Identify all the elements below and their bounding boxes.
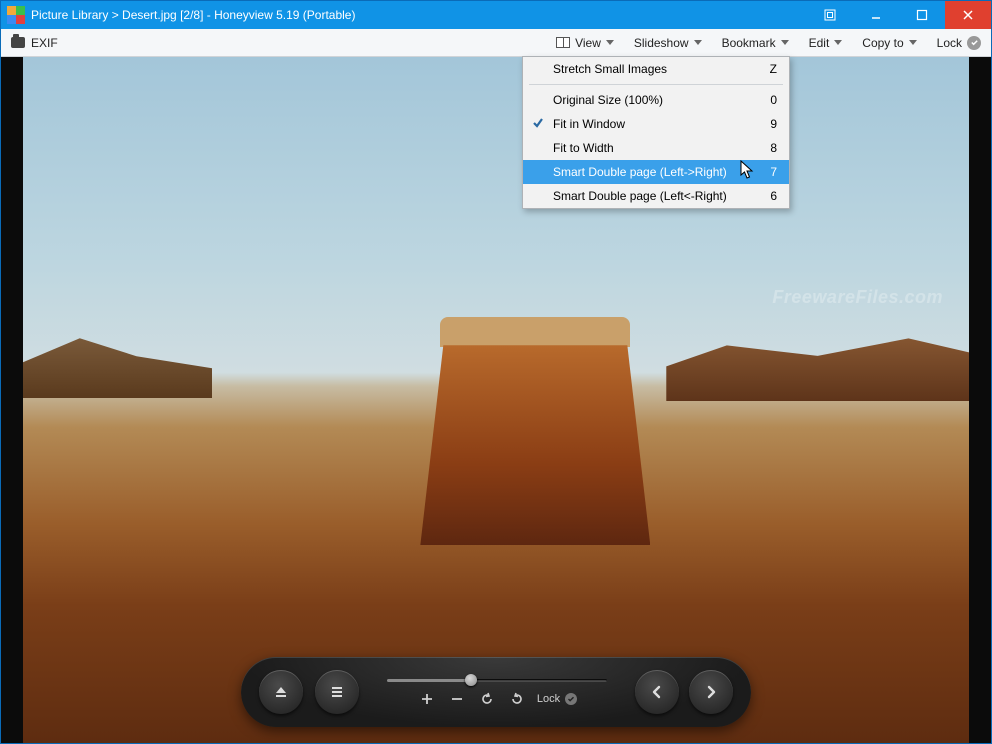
dd-shortcut: 0 [750,93,777,107]
left-margin [1,57,23,743]
separator [529,84,783,85]
watermark: FreewareFiles.com [772,287,943,308]
next-button[interactable] [689,670,733,714]
dd-stretch-small[interactable]: Stretch Small Images Z [523,57,789,81]
menu-bookmark-label: Bookmark [722,36,776,50]
menu-edit-label: Edit [809,36,830,50]
center-controls: Lock [371,675,623,709]
app-icon [7,6,25,24]
menu-edit[interactable]: Edit [799,29,853,57]
dd-label: Fit to Width [553,141,614,155]
menu-view[interactable]: View [546,29,624,57]
chevron-down-icon [781,40,789,45]
dd-label: Stretch Small Images [553,62,667,76]
dd-original-size[interactable]: Original Size (100%) 0 [523,88,789,112]
dd-fit-window[interactable]: Fit in Window 9 [523,112,789,136]
bottom-control-bar: Lock [241,657,751,727]
dd-shortcut: 6 [750,189,777,203]
window-title: Picture Library > Desert.jpg [2/8] - Hon… [31,8,355,22]
menu-view-label: View [575,36,601,50]
zoom-out-button[interactable] [447,689,467,709]
maximize-button[interactable] [899,1,945,29]
eject-button[interactable] [259,670,303,714]
fullscreen-button[interactable] [807,1,853,29]
minimize-button[interactable] [853,1,899,29]
chevron-down-icon [694,40,702,45]
menu-copy-to-label: Copy to [862,36,903,50]
titlebar: Picture Library > Desert.jpg [2/8] - Hon… [1,1,991,29]
dd-label: Fit in Window [553,117,625,131]
menu-lock-label: Lock [937,36,962,50]
menu-slideshow[interactable]: Slideshow [624,29,712,57]
check-circle-icon [565,693,577,705]
dd-fit-width[interactable]: Fit to Width 8 [523,136,789,160]
chevron-down-icon [606,40,614,45]
lock-toggle[interactable]: Lock [537,693,577,705]
camera-icon [11,37,25,48]
view-mode-icon [556,37,570,48]
check-icon [532,117,544,129]
lock-label-text: Lock [537,693,560,705]
prev-button[interactable] [635,670,679,714]
dd-shortcut: 7 [750,165,777,179]
exif-label: EXIF [31,36,58,50]
menu-slideshow-label: Slideshow [634,36,689,50]
close-button[interactable] [945,1,991,29]
dd-shortcut: Z [750,62,777,76]
dd-double-rl[interactable]: Smart Double page (Left<-Right) 6 [523,184,789,208]
dd-label: Smart Double page (Left<-Right) [553,189,727,203]
menu-lock[interactable]: Lock [927,29,991,57]
zoom-in-button[interactable] [417,689,437,709]
check-circle-icon [967,36,981,50]
menu-copy-to[interactable]: Copy to [852,29,926,57]
zoom-slider[interactable] [387,675,607,685]
app-window: Picture Library > Desert.jpg [2/8] - Hon… [0,0,992,744]
dd-label: Original Size (100%) [553,93,663,107]
slider-thumb[interactable] [465,674,477,686]
menu-list-button[interactable] [315,670,359,714]
exif-button[interactable]: EXIF [1,36,68,50]
menubar: EXIF View Slideshow Bookmark Edit Copy t… [1,29,991,57]
rotate-right-button[interactable] [507,689,527,709]
dd-label: Smart Double page (Left->Right) [553,165,727,179]
dd-shortcut: 8 [750,141,777,155]
menu-bookmark[interactable]: Bookmark [712,29,799,57]
chevron-down-icon [834,40,842,45]
view-dropdown: Stretch Small Images Z Original Size (10… [522,56,790,209]
image-canvas[interactable]: FreewareFiles.com Lo [1,57,991,743]
dd-shortcut: 9 [750,117,777,131]
mouse-cursor [740,160,754,180]
right-margin [969,57,991,743]
chevron-down-icon [909,40,917,45]
rotate-left-button[interactable] [477,689,497,709]
image-area: FreewareFiles.com [23,57,969,743]
